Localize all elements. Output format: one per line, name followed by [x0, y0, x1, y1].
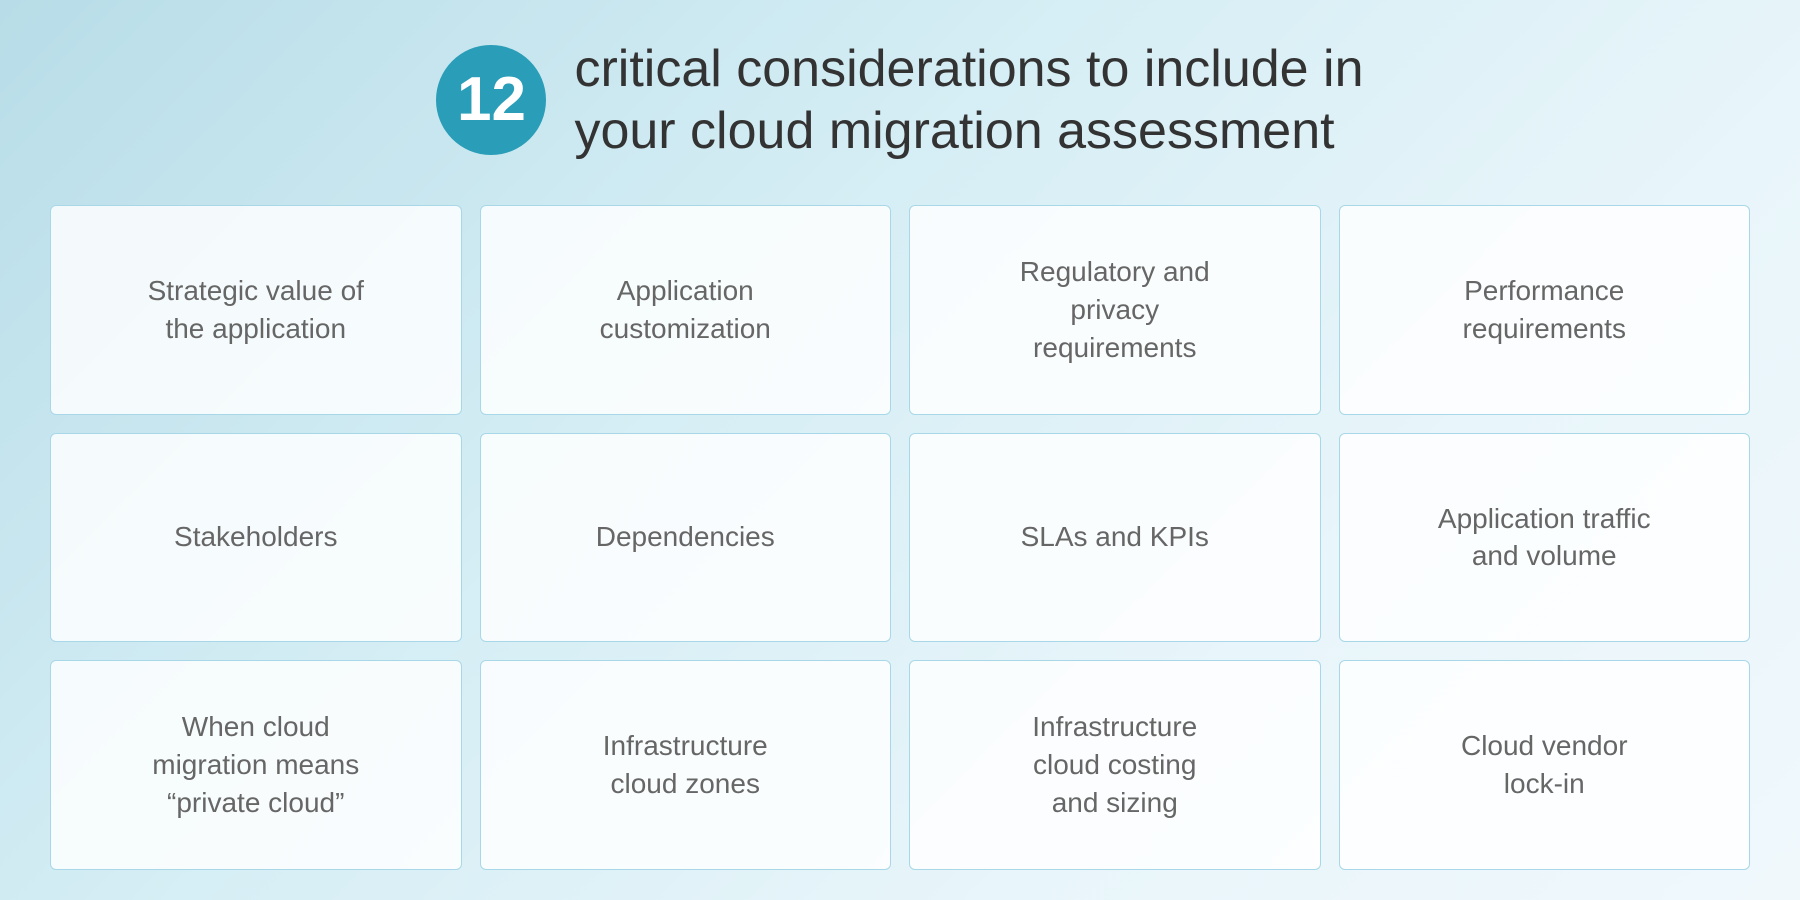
number-value: 12 [457, 69, 526, 131]
card-7: SLAs and KPIs [909, 433, 1321, 643]
card-9: When cloudmigration means“private cloud” [50, 660, 462, 870]
card-2: Applicationcustomization [480, 205, 892, 415]
card-5: Stakeholders [50, 433, 462, 643]
card-2-label: Applicationcustomization [600, 272, 771, 348]
card-6: Dependencies [480, 433, 892, 643]
card-1: Strategic value ofthe application [50, 205, 462, 415]
card-12-label: Cloud vendorlock-in [1461, 727, 1628, 803]
card-1-label: Strategic value ofthe application [148, 272, 364, 348]
card-4: Performancerequirements [1339, 205, 1751, 415]
header-title: critical considerations to include in yo… [574, 38, 1363, 163]
number-badge: 12 [436, 45, 546, 155]
card-6-label: Dependencies [596, 518, 775, 556]
header-title-line1: critical considerations to include in [574, 40, 1363, 98]
card-10-label: Infrastructurecloud zones [603, 727, 768, 803]
card-5-label: Stakeholders [174, 518, 337, 556]
card-11: Infrastructurecloud costingand sizing [909, 660, 1321, 870]
card-8: Application trafficand volume [1339, 433, 1751, 643]
card-3: Regulatory andprivacyrequirements [909, 205, 1321, 415]
card-9-label: When cloudmigration means“private cloud” [152, 708, 359, 821]
card-3-label: Regulatory andprivacyrequirements [1020, 253, 1210, 366]
card-11-label: Infrastructurecloud costingand sizing [1032, 708, 1197, 821]
card-10: Infrastructurecloud zones [480, 660, 892, 870]
considerations-grid: Strategic value ofthe application Applica… [50, 205, 1750, 870]
page-header: 12 critical considerations to include in… [436, 38, 1363, 163]
card-4-label: Performancerequirements [1463, 272, 1626, 348]
card-12: Cloud vendorlock-in [1339, 660, 1751, 870]
card-8-label: Application trafficand volume [1438, 500, 1651, 576]
card-7-label: SLAs and KPIs [1021, 518, 1209, 556]
header-title-line2: your cloud migration assessment [574, 102, 1334, 160]
